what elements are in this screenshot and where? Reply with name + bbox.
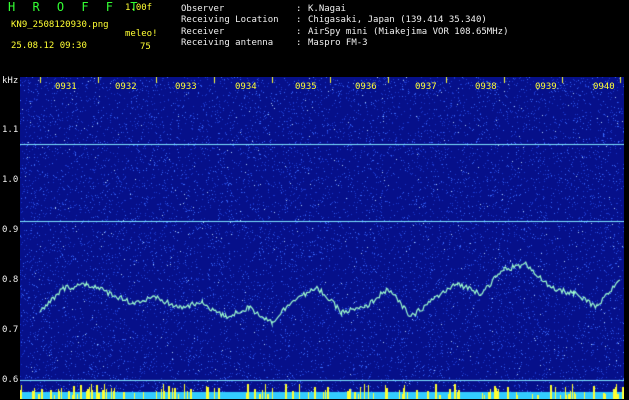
x-tick-label: 0933 [175, 82, 197, 92]
receiver-label: Receiver [181, 27, 225, 37]
y-tick-label: 1.1 [2, 125, 19, 135]
y-tick-label: 0.7 [2, 325, 19, 335]
colon: : [296, 4, 302, 14]
colon: : [296, 27, 302, 37]
antenna-label: Receiving antenna [181, 38, 274, 48]
x-tick-label: 0936 [355, 82, 377, 92]
param-value: 75 [140, 42, 151, 52]
antenna-value: Maspro FM-3 [308, 38, 368, 48]
x-tick-label: 0931 [55, 82, 77, 92]
x-tick-label: 0937 [415, 82, 437, 92]
observer-value: K.Nagai [308, 4, 346, 14]
x-tick-label: 0938 [475, 82, 497, 92]
location-label: Receiving Location [181, 15, 279, 25]
receiver-value: AirSpy mini (Miakejima VOR 108.65MHz) [308, 27, 509, 37]
app-version: 1.00f [125, 3, 153, 13]
colon: : [296, 15, 302, 25]
param-name: meleo! [125, 29, 158, 39]
y-axis-unit: kHz [2, 76, 19, 86]
location-value: Chigasaki, Japan (139.414 35.340) [308, 15, 487, 25]
y-tick-label: 0.8 [2, 275, 19, 285]
file-name: KN9_2508120930.png [11, 20, 109, 30]
spectrogram-canvas[interactable] [20, 77, 624, 399]
app-title: H R O F F T [8, 0, 143, 14]
x-tick-label: 0932 [115, 82, 137, 92]
observer-label: Observer [181, 4, 225, 14]
y-tick-label: 0.6 [2, 375, 19, 385]
x-tick-label: 0934 [235, 82, 257, 92]
y-tick-label: 1.0 [2, 175, 19, 185]
x-tick-label: 0940 [593, 82, 615, 92]
colon: : [296, 38, 302, 48]
datetime-stamp: 25.08.12 09:30 [11, 41, 87, 51]
x-tick-label: 0939 [535, 82, 557, 92]
y-tick-label: 0.9 [2, 225, 19, 235]
x-tick-label: 0935 [295, 82, 317, 92]
